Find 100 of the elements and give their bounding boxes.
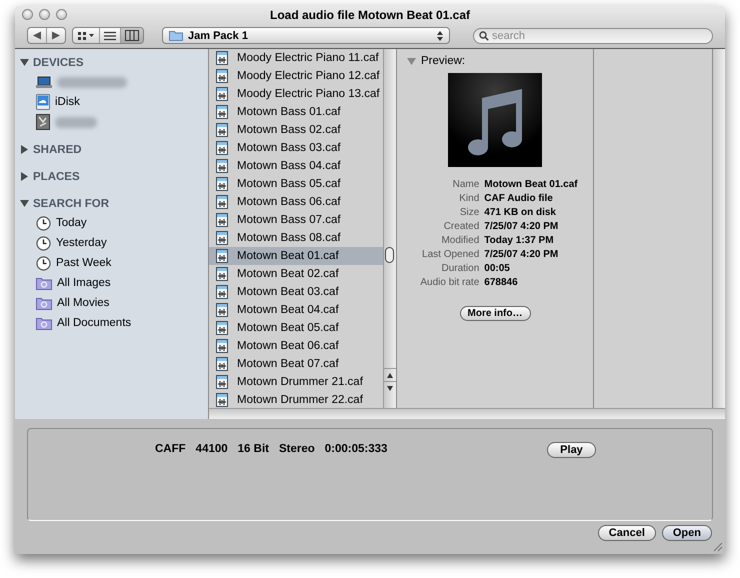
zoom-button[interactable] <box>56 9 67 20</box>
sidebar-item[interactable]: Yesterday <box>15 233 208 253</box>
info-label: Kind <box>458 192 480 206</box>
file-row[interactable]: Motown Beat 07.caf <box>209 355 383 373</box>
file-row[interactable]: Moody Electric Piano 11.caf <box>209 49 383 67</box>
scroll-thumb[interactable] <box>385 247 394 263</box>
info-value: 678846 <box>484 276 519 290</box>
down-arrow-icon[interactable] <box>387 386 393 390</box>
audio-file-icon <box>216 249 228 263</box>
section-header: SEARCH FOR <box>33 198 110 210</box>
close-button[interactable] <box>22 9 33 20</box>
audio-file-icon <box>216 267 228 281</box>
file-row[interactable]: Motown Bass 02.caf <box>209 121 383 139</box>
vertical-scrollbar[interactable] <box>383 49 396 408</box>
dialog-button[interactable]: Cancel <box>598 525 656 541</box>
back-arrow-icon <box>32 31 42 40</box>
info-label: Duration <box>440 262 480 276</box>
updown-arrows-icon <box>437 30 443 40</box>
gear-folder-icon <box>36 296 52 310</box>
audio-file-icon <box>216 285 228 299</box>
info-label: Modified <box>440 234 480 248</box>
sidebar-item[interactable]: All Images <box>15 273 208 293</box>
drive-icon <box>36 114 50 130</box>
file-row[interactable]: Motown Bass 04.caf <box>209 157 383 175</box>
list-icon <box>104 30 116 40</box>
disk-cloud-icon <box>36 94 50 110</box>
collapsed-triangle-icon[interactable] <box>20 145 29 154</box>
audio-file-icon <box>216 123 228 137</box>
dialog-button[interactable]: Open <box>662 525 712 541</box>
up-arrow-icon[interactable] <box>387 372 393 378</box>
sidebar-item[interactable]: Today <box>15 213 208 233</box>
file-row[interactable]: Motown Bass 05.caf <box>209 175 383 193</box>
info-label: Last Opened <box>421 248 480 262</box>
view-button[interactable] <box>121 28 143 43</box>
minimize-button[interactable] <box>39 9 50 20</box>
more-info-button[interactable]: More info… <box>460 306 530 321</box>
play-button[interactable]: Play <box>547 442 596 458</box>
file-row[interactable]: Moody Electric Piano 13.caf <box>209 85 383 103</box>
info-label: Name <box>452 178 480 192</box>
file-row[interactable]: Motown Drummer 22.caf <box>209 391 383 408</box>
columns-icon <box>125 30 139 41</box>
info-label: Created <box>442 220 480 234</box>
audio-file-icon <box>216 177 228 191</box>
file-row[interactable]: Motown Bass 08.caf <box>209 229 383 247</box>
clock-icon <box>36 236 51 250</box>
search-field[interactable]: search <box>473 28 713 44</box>
sidebar-item[interactable]: iDisk <box>15 92 208 112</box>
blurred-name <box>57 76 127 88</box>
format-text: 44100 <box>196 443 228 455</box>
location-popup[interactable]: Jam Pack 1 <box>162 27 450 44</box>
info-value: 471 KB on disk <box>484 206 557 220</box>
file-row[interactable]: Motown Beat 02.caf <box>209 265 383 283</box>
audio-file-icon <box>216 141 228 155</box>
audio-file-icon <box>216 213 228 227</box>
info-label: Audio bit rate <box>419 276 480 290</box>
sidebar-item[interactable]: Past Week <box>15 253 208 273</box>
file-row[interactable]: Moody Electric Piano 12.caf <box>209 67 383 85</box>
resize-grip-icon[interactable] <box>713 542 723 552</box>
info-value: CAF Audio file <box>484 192 554 206</box>
file-row[interactable]: Motown Bass 03.caf <box>209 139 383 157</box>
file-row[interactable]: Motown Beat 05.caf <box>209 319 383 337</box>
gear-folder-icon <box>36 316 52 330</box>
sidebar-item[interactable]: All Movies <box>15 293 208 313</box>
audio-file-icon <box>216 159 228 173</box>
expanded-triangle-icon[interactable] <box>20 199 29 208</box>
info-value: 7/25/07 4:20 PM <box>484 248 560 262</box>
file-row[interactable]: Motown Bass 06.caf <box>209 193 383 211</box>
horizontal-scrollbar[interactable] <box>209 408 725 419</box>
clock-icon <box>36 256 51 270</box>
collapsed-triangle-icon[interactable] <box>20 172 29 181</box>
section-header: PLACES <box>33 170 80 182</box>
audio-file-icon <box>216 321 228 335</box>
folder-icon <box>169 30 183 41</box>
format-text: 0:00:05:333 <box>324 443 388 455</box>
info-label: Size <box>458 206 480 220</box>
audio-file-icon <box>216 231 228 245</box>
file-row[interactable]: Motown Drummer 21.caf <box>209 373 383 391</box>
info-value: 00:05 <box>484 262 511 276</box>
file-row[interactable]: Motown Beat 06.caf <box>209 337 383 355</box>
sidebar-item[interactable]: All Documents <box>15 313 208 333</box>
gear-folder-icon <box>36 276 52 290</box>
laptop-icon <box>36 75 52 89</box>
info-value: 7/25/07 4:20 PM <box>484 220 560 234</box>
clock-icon <box>36 216 51 230</box>
file-row[interactable]: Motown Bass 07.caf <box>209 211 383 229</box>
audio-file-icon <box>216 69 228 83</box>
audio-file-icon <box>216 105 228 119</box>
window-title: Load audio file Motown Beat 01.caf <box>268 8 472 22</box>
icon-grid-icon <box>77 30 95 40</box>
section-header: SHARED <box>33 144 82 156</box>
audio-file-icon <box>216 339 228 353</box>
info-value: Today 1:37 PM <box>484 234 555 248</box>
file-row[interactable]: Motown Bass 01.caf <box>209 103 383 121</box>
audio-file-icon <box>216 393 228 407</box>
preview-title: Preview: <box>421 55 466 67</box>
file-row[interactable]: Motown Beat 04.caf <box>209 301 383 319</box>
file-row[interactable]: Motown Beat 01.caf <box>209 247 383 265</box>
expanded-triangle-icon[interactable] <box>20 58 29 67</box>
file-row[interactable]: Motown Beat 03.caf <box>209 283 383 301</box>
info-value: Motown Beat 01.caf <box>484 178 579 192</box>
